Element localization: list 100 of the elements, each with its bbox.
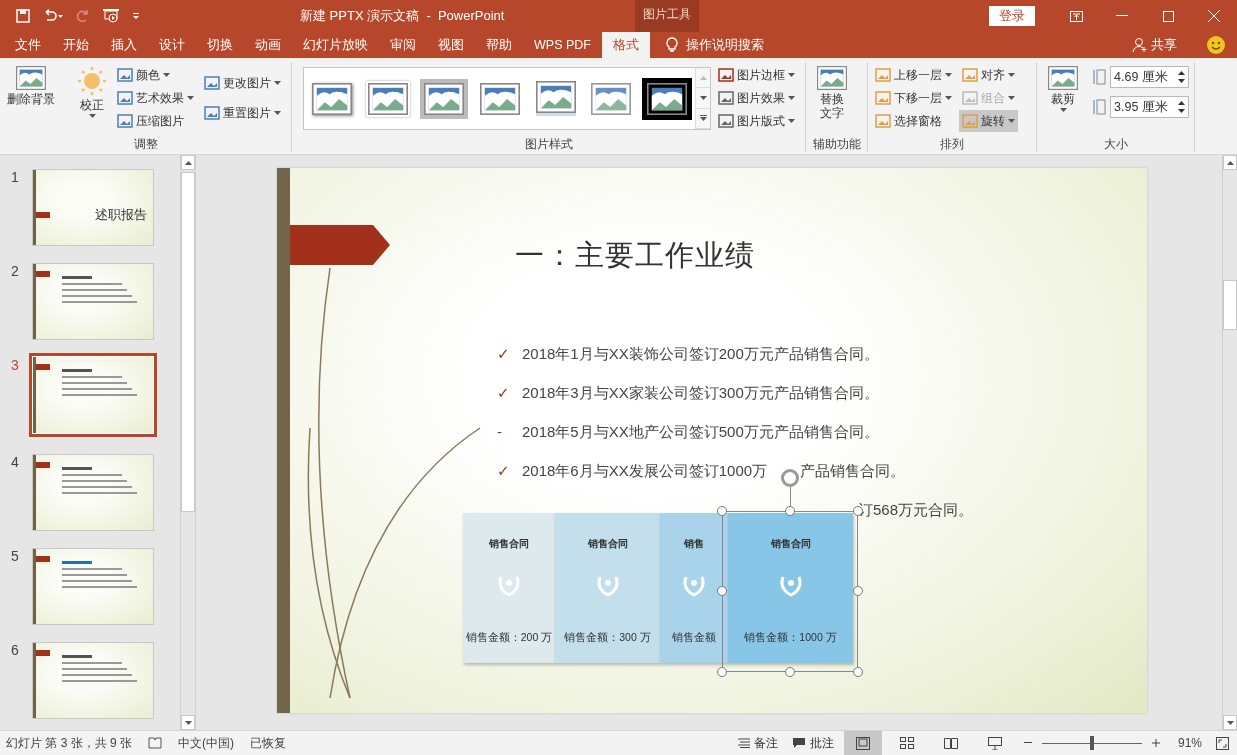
- resize-handle[interactable]: [717, 506, 727, 516]
- ribbon-tab[interactable]: 动画: [244, 32, 292, 58]
- card-title: 销售合同: [770, 537, 811, 551]
- ribbon-button[interactable]: 图片边框: [715, 64, 798, 86]
- banner-shape: [36, 364, 50, 370]
- ribbon-tab[interactable]: 格式: [601, 32, 650, 58]
- scroll-up-button[interactable]: [181, 155, 195, 170]
- bullet-text: 2018年5月与XX地产公司签订500万元产品销售合同。: [522, 422, 879, 442]
- card-title: 销售合同: [587, 537, 628, 551]
- scroll-down-button[interactable]: [1223, 715, 1237, 730]
- caret-icon: [788, 73, 795, 77]
- gallery-down-button[interactable]: [696, 88, 711, 109]
- comments-button[interactable]: 批注: [787, 734, 838, 752]
- slide-thumbnail[interactable]: [29, 353, 157, 437]
- height-icon: [1091, 68, 1107, 86]
- picture-icon: [479, 82, 520, 115]
- ribbon-button[interactable]: 重置图片: [201, 102, 284, 124]
- save-icon[interactable]: [16, 9, 30, 23]
- login-button[interactable]: 登录: [989, 6, 1035, 26]
- resize-handle[interactable]: [785, 667, 795, 677]
- ribbon-tab[interactable]: 插入: [100, 32, 148, 58]
- slide-thumbnail[interactable]: [32, 548, 154, 625]
- normal-view-button[interactable]: [843, 731, 882, 755]
- slide-number: 2: [10, 263, 20, 279]
- smiley-icon[interactable]: [1207, 36, 1225, 54]
- resize-handle[interactable]: [785, 506, 795, 516]
- ribbon-tab[interactable]: 开始: [52, 32, 100, 58]
- banner-shape: [36, 271, 50, 277]
- ribbon-button[interactable]: 旋转: [959, 110, 1018, 132]
- scroll-thumb[interactable]: [181, 172, 195, 512]
- slide-thumbnail[interactable]: [32, 642, 154, 719]
- spellcheck-icon[interactable]: [148, 737, 163, 749]
- rotate-handle[interactable]: [781, 469, 799, 487]
- resize-handle[interactable]: [853, 586, 863, 596]
- ribbon-tab[interactable]: 设计: [148, 32, 196, 58]
- ribbon-button[interactable]: 更改图片: [201, 72, 284, 94]
- slide-thumbnail[interactable]: [32, 454, 154, 531]
- share-button[interactable]: 共享: [1126, 32, 1183, 58]
- ribbon-button[interactable]: 选择窗格: [872, 110, 955, 132]
- size-field[interactable]: 4.69 厘米: [1110, 66, 1189, 88]
- remove-background-button[interactable]: 删除背景: [4, 64, 58, 108]
- alt-text-button[interactable]: 替换文字: [814, 64, 850, 122]
- zoom-percent[interactable]: 91%: [1177, 736, 1202, 750]
- slide-thumbnail[interactable]: 述职报告: [32, 169, 154, 246]
- resize-handle[interactable]: [853, 667, 863, 677]
- ribbon-tab[interactable]: 文件: [4, 32, 52, 58]
- spinner-icon[interactable]: [1178, 71, 1185, 83]
- size-field[interactable]: 3.95 厘米: [1110, 96, 1189, 118]
- ribbon-button[interactable]: 艺术效果: [114, 87, 197, 109]
- ribbon-tab[interactable]: 幻灯片放映: [292, 32, 379, 58]
- fit-slide-icon[interactable]: [1216, 736, 1229, 750]
- bullet-marker: -: [497, 422, 503, 442]
- ribbon-button[interactable]: 图片效果: [715, 87, 798, 109]
- scroll-down-button[interactable]: [181, 715, 195, 730]
- ribbon-tab[interactable]: 切换: [196, 32, 244, 58]
- notes-icon: [737, 738, 750, 748]
- contract-card[interactable]: 销售合同 销售金额：1000 万: [728, 513, 853, 663]
- ribbon-tab[interactable]: 视图: [427, 32, 475, 58]
- language-label[interactable]: 中文(中国): [178, 734, 235, 752]
- down-arrow-icon: [184, 720, 192, 725]
- gallery-more-button[interactable]: [696, 108, 711, 129]
- contract-card[interactable]: 销售 销售金额: [660, 513, 728, 663]
- ribbon-tab[interactable]: 审阅: [379, 32, 427, 58]
- picture-icon: [117, 67, 133, 83]
- comment-icon: [791, 737, 806, 749]
- scroll-up-button[interactable]: [1223, 155, 1237, 170]
- minimize-icon: [1116, 15, 1128, 17]
- resize-handle[interactable]: [717, 586, 727, 596]
- crop-button[interactable]: 裁剪: [1045, 64, 1081, 114]
- ribbon-tab[interactable]: WPS PDF: [523, 32, 602, 58]
- notes-button[interactable]: 备注: [733, 734, 782, 752]
- picture-icon: [117, 90, 133, 106]
- slideshow-icon[interactable]: [102, 8, 120, 24]
- ribbon-tab[interactable]: 帮助: [475, 32, 523, 58]
- ribbon-button[interactable]: 上移一层: [872, 64, 955, 86]
- resize-handle[interactable]: [717, 667, 727, 677]
- ribbon-button[interactable]: 对齐: [959, 64, 1018, 86]
- customize-icon[interactable]: [132, 12, 140, 20]
- ribbon-button[interactable]: 下移一层: [872, 87, 955, 109]
- group-label: 大小: [1103, 136, 1128, 152]
- heading-line: [62, 467, 92, 470]
- picture-icon: [535, 81, 576, 113]
- undo-icon[interactable]: [42, 9, 64, 23]
- caret-icon: [274, 81, 281, 85]
- ribbon-button[interactable]: 颜色: [114, 64, 197, 86]
- ribbon-button[interactable]: 压缩图片: [114, 110, 197, 132]
- spinner-icon[interactable]: [1178, 101, 1185, 113]
- banner-shape: [36, 650, 50, 656]
- group-label: 调整: [133, 136, 158, 152]
- slide-thumbnail[interactable]: [32, 263, 154, 340]
- contract-card[interactable]: 销售合同 销售金额：200 万: [463, 513, 555, 663]
- bullet-text: 产品销售合同。: [800, 461, 906, 481]
- corrections-button[interactable]: 校正: [74, 64, 110, 120]
- tell-me-search[interactable]: 操作说明搜索: [659, 32, 770, 58]
- scroll-thumb[interactable]: [1223, 280, 1237, 330]
- zoom-thumb[interactable]: [1089, 736, 1094, 750]
- ribbon-button[interactable]: 图片版式: [715, 110, 798, 132]
- text-line: [62, 289, 127, 291]
- caret-icon: [187, 96, 194, 100]
- contract-card[interactable]: 销售合同 销售金额：300 万: [555, 513, 660, 663]
